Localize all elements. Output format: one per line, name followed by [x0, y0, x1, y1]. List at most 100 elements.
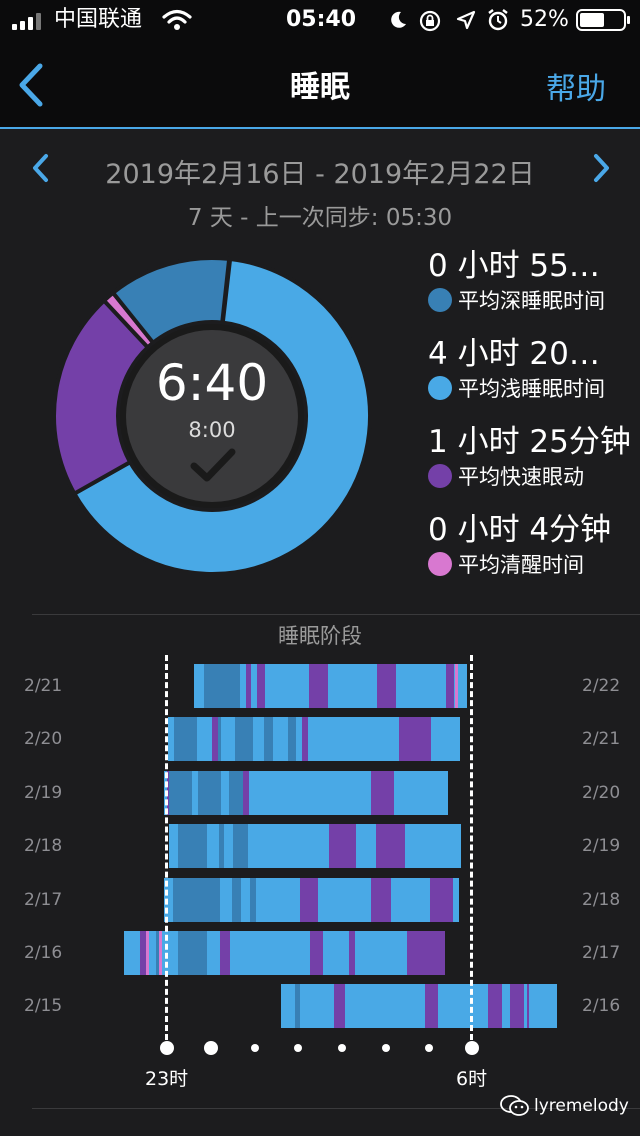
- section-divider: [32, 614, 640, 615]
- stage-row-label-right: 2/21: [582, 729, 621, 749]
- stage-segment-rem: [371, 771, 394, 815]
- stage-segment-rem: [329, 824, 356, 868]
- stage-segment-rem: [243, 771, 249, 815]
- sync-info: 7 天 - 上一次同步: 05:30: [187, 205, 453, 231]
- sleep-stage-bar[interactable]: [163, 771, 448, 815]
- stage-segment-awake: [455, 664, 458, 708]
- carrier-name: 中国联通: [54, 7, 143, 32]
- legend-value-deep: 0 小时 55…: [428, 248, 600, 284]
- stage-segment-awake: [158, 931, 163, 975]
- stage-segment-deep: [204, 664, 241, 708]
- average-sleep-time: 6:40: [155, 354, 269, 412]
- stage-row-label-right: 2/22: [582, 676, 621, 696]
- stage-segment-deep: [197, 771, 221, 815]
- legend-dot: [428, 376, 452, 400]
- legend-item-rem: 平均快速眼动: [428, 461, 584, 491]
- stage-segment-deep: [264, 717, 274, 761]
- stage-segment-deep: [217, 717, 221, 761]
- next-week-button[interactable]: [588, 152, 614, 184]
- sleep-stage-bar[interactable]: [168, 824, 461, 868]
- bedtime-marker-line: [165, 655, 168, 1040]
- chevron-right-icon: [594, 154, 609, 182]
- nav-divider: [0, 127, 640, 129]
- checkmark-icon: [188, 446, 238, 486]
- stage-segment-rem: [348, 931, 356, 975]
- stage-segment-deep: [249, 878, 256, 922]
- legend-dot: [428, 552, 452, 576]
- time-axis-dot: [204, 1041, 218, 1055]
- wake-marker-line: [470, 655, 473, 1040]
- alarm-icon: [486, 8, 510, 32]
- legend-label: 平均快速眼动: [458, 465, 584, 489]
- legend-dot: [428, 288, 452, 312]
- legend-label: 平均浅睡眠时间: [458, 377, 605, 401]
- stage-segment-deep: [172, 878, 221, 922]
- stage-segment-deep: [169, 771, 193, 815]
- axis-end-label: 6时: [456, 1068, 488, 1090]
- sleep-stage-bar[interactable]: [168, 717, 460, 761]
- signal-icon: [12, 12, 46, 30]
- time-axis-dot: [382, 1044, 390, 1052]
- stage-segment-rem: [310, 931, 323, 975]
- stage-segment-deep: [233, 824, 248, 868]
- stage-segment-rem: [376, 824, 406, 868]
- wechat-icon: [500, 1094, 530, 1118]
- legend-value-light: 4 小时 20…: [428, 336, 600, 372]
- stage-segment-rem: [510, 984, 524, 1028]
- sleep-donut-chart[interactable]: 6:40 8:00: [52, 256, 372, 576]
- legend-value-rem: 1 小时 25分钟: [428, 424, 631, 460]
- stage-segment-deep: [173, 717, 198, 761]
- wifi-icon: [162, 9, 192, 31]
- stage-segment-rem: [308, 664, 328, 708]
- legend-label: 平均深睡眠时间: [458, 289, 605, 313]
- stage-segment-deep: [231, 878, 241, 922]
- stage-segment-rem: [526, 984, 530, 1028]
- stage-segment-rem: [424, 984, 439, 1028]
- stage-segment-rem: [220, 931, 230, 975]
- stage-segment-rem: [377, 664, 397, 708]
- stage-row-label-right: 2/20: [582, 783, 621, 803]
- time-axis-dot: [160, 1041, 174, 1055]
- clock-time: 05:40: [286, 7, 357, 32]
- status-bar: 中国联通 05:40 52%: [0, 0, 640, 40]
- sleep-stage-bar[interactable]: [193, 664, 468, 708]
- time-axis-dot: [338, 1044, 346, 1052]
- legend-item-awake: 平均清醒时间: [428, 549, 584, 579]
- stage-segment-deep: [177, 824, 207, 868]
- stage-segment-rem: [445, 664, 454, 708]
- time-axis-dot: [465, 1041, 479, 1055]
- stage-row-label-left: 2/17: [24, 890, 63, 910]
- stage-row-label-left: 2/21: [24, 676, 63, 696]
- legend-label: 平均清醒时间: [458, 553, 584, 577]
- legend-item-deep: 平均深睡眠时间: [428, 285, 605, 315]
- stage-row-label-right: 2/19: [582, 836, 621, 856]
- stage-row-label-left: 2/19: [24, 783, 63, 803]
- stage-segment-deep: [235, 717, 253, 761]
- stage-segment-rem: [333, 984, 345, 1028]
- sleep-stages-title: 睡眠阶段: [278, 624, 362, 648]
- sleep-stage-bar[interactable]: [164, 878, 460, 922]
- sleep-stage-bar[interactable]: [123, 931, 446, 975]
- battery-percent: 52%: [520, 7, 569, 32]
- time-axis-dot: [425, 1044, 433, 1052]
- stage-segment-rem: [256, 664, 265, 708]
- stage-segment-deep: [218, 824, 225, 868]
- legend-value-awake: 0 小时 4分钟: [428, 512, 612, 548]
- legend-dot: [428, 464, 452, 488]
- stage-row-label-left: 2/18: [24, 836, 63, 856]
- location-icon: [456, 10, 476, 30]
- sleep-stage-bar[interactable]: [281, 984, 558, 1028]
- stage-row-label-right: 2/17: [582, 943, 621, 963]
- stage-segment-rem: [245, 664, 252, 708]
- stage-segment-rem: [488, 984, 502, 1028]
- legend-item-light: 平均浅睡眠时间: [428, 373, 605, 403]
- moon-icon: [388, 10, 408, 30]
- stage-segment-deep: [178, 931, 208, 975]
- stage-segment-rem: [299, 878, 318, 922]
- help-button[interactable]: 帮助: [546, 64, 606, 108]
- stage-row-label-right: 2/18: [582, 890, 621, 910]
- stage-segment-deep: [229, 771, 244, 815]
- time-axis-dot: [251, 1044, 259, 1052]
- axis-start-label: 23时: [145, 1068, 189, 1090]
- stage-segment-rem: [406, 931, 446, 975]
